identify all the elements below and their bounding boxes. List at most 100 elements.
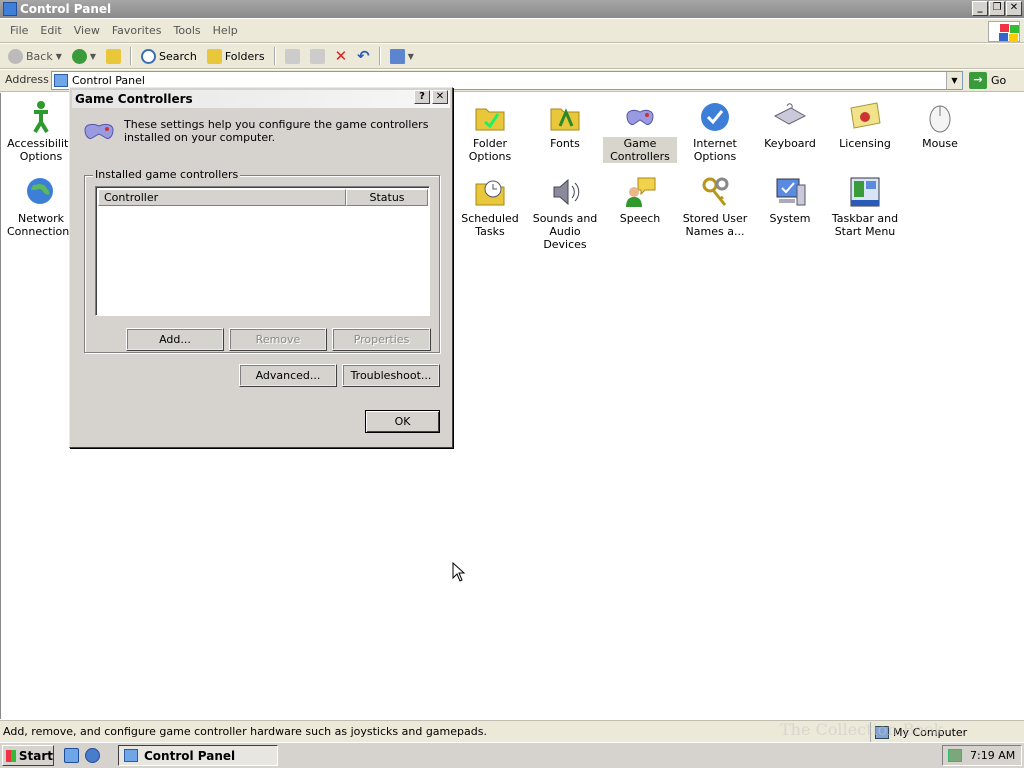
chevron-down-icon: ▼ xyxy=(89,51,97,61)
views-icon xyxy=(389,48,405,64)
window-title: Control Panel xyxy=(20,2,112,16)
cp-item-speech[interactable]: Speech xyxy=(603,175,677,225)
close-button[interactable]: ✕ xyxy=(1006,1,1022,16)
add-button[interactable]: Add... xyxy=(126,328,224,351)
computer-icon xyxy=(773,175,807,209)
dialog-close-button[interactable]: ✕ xyxy=(432,90,448,104)
forward-arrow-icon xyxy=(71,48,87,64)
toolbar-separator xyxy=(378,47,381,65)
up-folder-button[interactable] xyxy=(102,46,125,67)
move-to-icon xyxy=(284,48,300,64)
toolbar-separator xyxy=(130,47,133,65)
installed-controllers-group: Installed game controllers Controller St… xyxy=(84,168,440,353)
chevron-down-icon: ▼ xyxy=(55,51,62,61)
toolbar: Back ▼ ▼ Search Folders ✕ ↶ ▼ xyxy=(0,44,1024,69)
move-to-button[interactable] xyxy=(281,46,304,67)
properties-button[interactable]: Properties xyxy=(332,328,431,351)
mouse-icon xyxy=(923,100,957,134)
column-header-controller[interactable]: Controller xyxy=(98,189,346,206)
cp-item-stored-user-names[interactable]: Stored User Names a... xyxy=(678,175,752,238)
start-button[interactable]: Start xyxy=(2,745,54,766)
gamepad-icon xyxy=(82,118,118,144)
address-dropdown-button[interactable]: ▼ xyxy=(946,72,962,89)
window-titlebar[interactable]: Control Panel _ ❐ ✕ xyxy=(0,0,1024,18)
certificate-icon xyxy=(848,100,882,134)
column-header-status[interactable]: Status xyxy=(346,189,428,206)
menu-help[interactable]: Help xyxy=(207,24,244,37)
cp-item-network-connections[interactable]: Network Connections xyxy=(4,175,78,238)
search-icon xyxy=(141,48,157,64)
system-tray: 7:19 AM xyxy=(942,745,1022,766)
my-computer-icon xyxy=(875,725,889,739)
menu-favorites[interactable]: Favorites xyxy=(106,24,168,37)
cp-item-sounds-and-audio-devices[interactable]: Sounds and Audio Devices xyxy=(528,175,602,251)
controllers-list[interactable]: Controller Status xyxy=(95,186,430,316)
copy-to-icon xyxy=(309,48,325,64)
menu-file[interactable]: File xyxy=(4,24,34,37)
network-globe-icon xyxy=(24,175,58,209)
game-controllers-dialog: Game Controllers ? ✕ These settings help… xyxy=(69,87,453,448)
cp-item-fonts[interactable]: Fonts xyxy=(528,100,602,150)
advanced-button[interactable]: Advanced... xyxy=(239,364,337,387)
cp-item-system[interactable]: System xyxy=(753,175,827,225)
quick-launch xyxy=(64,748,100,763)
status-text: Add, remove, and configure game controll… xyxy=(3,725,487,738)
menu-tools[interactable]: Tools xyxy=(168,24,207,37)
windows-flag-icon xyxy=(6,749,16,762)
taskbar-icon xyxy=(848,175,882,209)
dialog-title: Game Controllers xyxy=(75,92,193,106)
cp-item-taskbar-and-start-menu[interactable]: Taskbar and Start Menu xyxy=(828,175,902,238)
dialog-intro-text: These settings help you configure the ga… xyxy=(124,118,429,144)
toolbar-separator xyxy=(273,47,276,65)
restore-button[interactable]: ❐ xyxy=(989,1,1005,16)
internet-explorer-icon[interactable] xyxy=(85,748,100,763)
dialog-help-button[interactable]: ? xyxy=(414,90,430,104)
forward-button[interactable]: ▼ xyxy=(68,46,100,67)
troubleshoot-button[interactable]: Troubleshoot... xyxy=(342,364,440,387)
cp-item-mouse[interactable]: Mouse xyxy=(903,100,977,150)
delete-x-icon: ✕ xyxy=(334,47,348,65)
speech-icon xyxy=(623,175,657,209)
go-arrow-icon: → xyxy=(969,72,987,89)
back-button[interactable]: Back ▼ xyxy=(4,46,66,67)
views-button[interactable]: ▼ xyxy=(386,46,418,67)
minimize-button[interactable]: _ xyxy=(972,1,988,16)
folders-icon xyxy=(206,48,222,64)
scheduled-tasks-icon xyxy=(473,175,507,209)
windows-logo xyxy=(988,21,1020,42)
address-value: Control Panel xyxy=(72,74,145,87)
keyboard-icon xyxy=(773,100,807,134)
group-label: Installed game controllers xyxy=(93,168,241,181)
network-tray-icon[interactable] xyxy=(948,749,962,762)
search-button[interactable]: Search xyxy=(137,46,201,67)
remove-button[interactable]: Remove xyxy=(229,328,327,351)
cp-item-internet-options[interactable]: Internet Options xyxy=(678,100,752,163)
folders-button[interactable]: Folders xyxy=(203,46,269,67)
show-desktop-icon[interactable] xyxy=(64,748,79,763)
list-header: Controller Status xyxy=(98,189,428,206)
cp-item-folder-options[interactable]: Folder Options xyxy=(453,100,527,163)
go-button[interactable]: → Go xyxy=(969,71,1019,90)
control-panel-icon xyxy=(3,2,17,16)
taskbar-button-control-panel[interactable]: Control Panel xyxy=(118,745,278,766)
chevron-down-icon: ▼ xyxy=(407,51,414,61)
undo-button[interactable]: ↶ xyxy=(353,46,374,67)
accessibility-icon xyxy=(24,100,58,134)
control-panel-icon xyxy=(124,749,138,762)
status-bar: Add, remove, and configure game controll… xyxy=(0,720,1024,742)
clock: 7:19 AM xyxy=(970,749,1016,762)
copy-to-button[interactable] xyxy=(306,46,329,67)
cp-item-licensing[interactable]: Licensing xyxy=(828,100,902,150)
folder-options-icon xyxy=(473,100,507,134)
menu-bar: File Edit View Favorites Tools Help xyxy=(0,19,1024,43)
dialog-titlebar[interactable]: Game Controllers xyxy=(72,90,450,108)
menu-edit[interactable]: Edit xyxy=(34,24,67,37)
cp-item-keyboard[interactable]: Keyboard xyxy=(753,100,827,150)
control-panel-icon xyxy=(54,74,68,87)
cp-item-scheduled-tasks[interactable]: Scheduled Tasks xyxy=(453,175,527,238)
ok-button[interactable]: OK xyxy=(365,410,440,433)
cp-item-accessibility-options[interactable]: Accessibility Options xyxy=(4,100,78,163)
delete-button[interactable]: ✕ xyxy=(331,46,352,67)
menu-view[interactable]: View xyxy=(68,24,106,37)
cp-item-game-controllers[interactable]: Game Controllers xyxy=(603,100,677,163)
